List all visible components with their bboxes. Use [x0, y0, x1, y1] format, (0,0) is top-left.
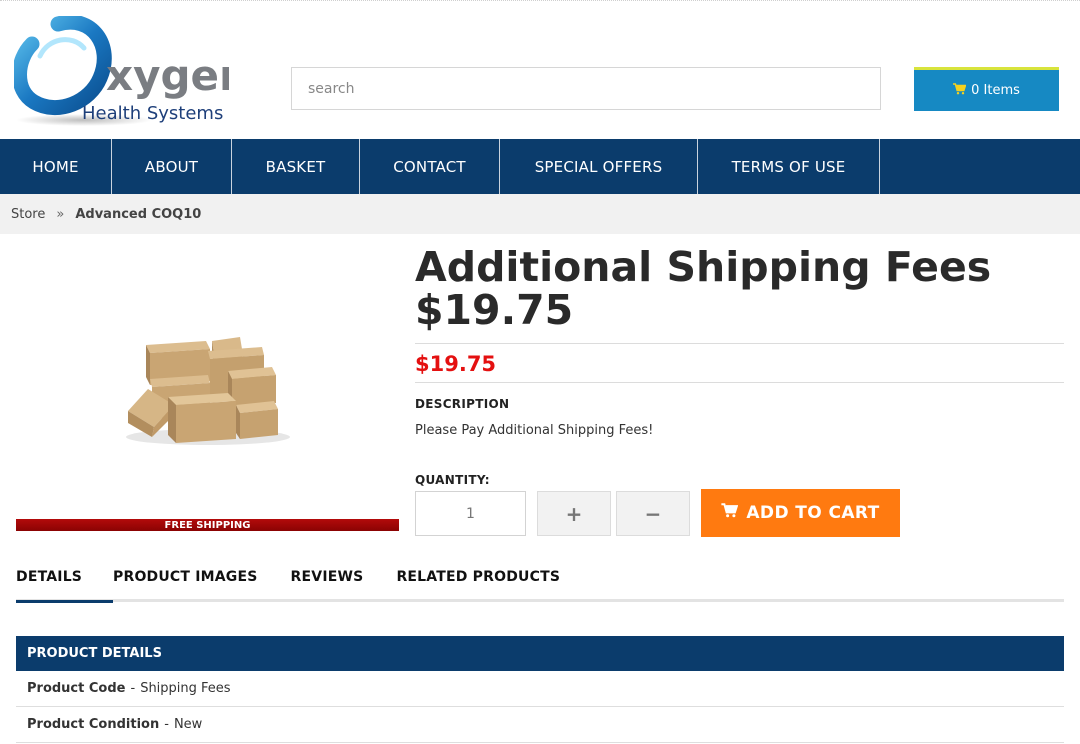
product-details-header: PRODUCT DETAILS: [16, 636, 1064, 671]
product-price: $19.75: [415, 352, 497, 376]
free-shipping-banner: FREE SHIPPING: [16, 519, 399, 531]
nav-item-home[interactable]: HOME: [0, 139, 112, 194]
top-divider: [0, 0, 1080, 2]
nav-item-terms-of-use[interactable]: TERMS OF USE: [698, 139, 880, 194]
nav-item-about[interactable]: ABOUT: [112, 139, 232, 194]
nav-item-basket[interactable]: BASKET: [232, 139, 360, 194]
detail-row-product-condition: Product Condition - New: [16, 707, 1064, 743]
tab-reviews[interactable]: REVIEWS: [291, 566, 364, 602]
cart-label: 0 Items: [971, 83, 1020, 98]
quantity-decrease-button[interactable]: −: [616, 491, 690, 536]
divider: [415, 343, 1064, 344]
quantity-label: QUANTITY:: [415, 473, 490, 487]
detail-value: Shipping Fees: [140, 681, 231, 696]
detail-row-product-code: Product Code - Shipping Fees: [16, 671, 1064, 707]
description-label: DESCRIPTION: [415, 397, 510, 411]
tab-product-images[interactable]: PRODUCT IMAGES: [113, 566, 258, 602]
description-text: Please Pay Additional Shipping Fees!: [415, 423, 654, 438]
breadcrumb-current: Advanced COQ10: [75, 206, 202, 222]
shopping-cart-icon: [721, 503, 739, 523]
detail-value: New: [173, 717, 203, 732]
add-to-cart-label: ADD TO CART: [746, 503, 880, 523]
breadcrumb: Store » Advanced COQ10: [0, 194, 1080, 234]
product-image[interactable]: [16, 245, 399, 525]
tab-related-products[interactable]: RELATED PRODUCTS: [396, 566, 560, 602]
add-to-cart-button[interactable]: ADD TO CART: [701, 489, 900, 537]
nav-item-special-offers[interactable]: SPECIAL OFFERS: [500, 139, 698, 194]
site-logo[interactable]: xygen Health Systems: [14, 16, 229, 128]
search-box[interactable]: [291, 67, 881, 110]
quantity-increase-button[interactable]: +: [537, 491, 611, 536]
shopping-cart-icon: [953, 82, 967, 99]
product-title: Additional Shipping Fees $19.75: [415, 243, 992, 334]
detail-key: Product Condition: [27, 717, 160, 732]
product-tabs: DETAILS PRODUCT IMAGES REVIEWS RELATED P…: [16, 566, 1064, 603]
detail-key: Product Code: [27, 681, 126, 696]
cart-button[interactable]: 0 Items: [914, 67, 1059, 111]
divider: [415, 382, 1064, 383]
breadcrumb-store-link[interactable]: Store: [11, 207, 45, 222]
nav-item-contact[interactable]: CONTACT: [360, 139, 500, 194]
main-nav: HOME ABOUT BASKET CONTACT SPECIAL OFFERS…: [0, 139, 1080, 194]
quantity-input[interactable]: [415, 491, 526, 536]
tab-details[interactable]: DETAILS: [16, 566, 113, 603]
logo-subtitle: Health Systems: [82, 103, 223, 124]
search-input[interactable]: [292, 68, 880, 109]
breadcrumb-separator: »: [56, 206, 65, 222]
detail-dash: -: [130, 681, 136, 696]
detail-dash: -: [164, 717, 169, 732]
logo-word: xygen: [106, 51, 229, 100]
